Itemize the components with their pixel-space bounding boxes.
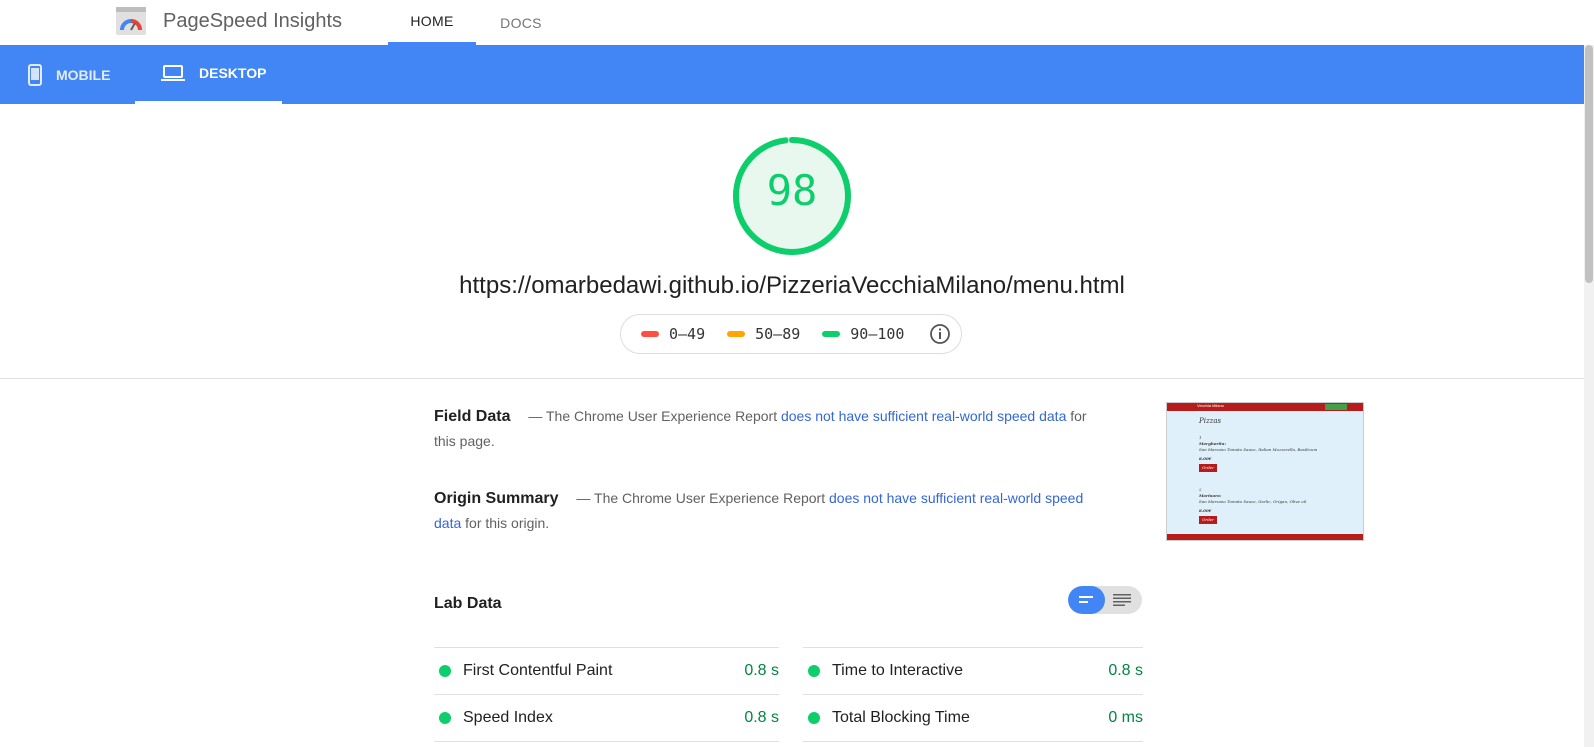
compact-view-icon (1079, 596, 1093, 603)
tab-desktop-label: DESKTOP (199, 65, 267, 81)
thumb-item-1-button: Order (1199, 464, 1218, 472)
page-scrollbar[interactable] (1584, 45, 1594, 747)
origin-summary-suffix: for this origin. (465, 515, 550, 531)
scrollbar-thumb[interactable] (1585, 45, 1593, 283)
legend-bar-orange (727, 331, 746, 337)
legend-bar-green (822, 331, 841, 337)
metric-row-divider (803, 741, 1143, 742)
info-icon[interactable] (929, 323, 951, 345)
thumb-item-2-price: 8.00€ (1199, 508, 1212, 513)
performance-score: 98 (766, 166, 818, 215)
metric-value: 0.8 s (1108, 662, 1143, 679)
origin-summary-prefix: — The Chrome User Experience Report (576, 490, 826, 506)
metric-time-to-interactive: Time to Interactive 0.8 s (803, 647, 1143, 694)
thumb-site-name: Vecchia Milano (1197, 403, 1224, 408)
lab-data-title: Lab Data (434, 595, 502, 612)
metric-name: First Contentful Paint (463, 662, 613, 679)
app-title: PageSpeed Insights (163, 10, 343, 32)
thumb-item-1-price: 8.00€ (1199, 456, 1212, 461)
metric-speed-index: Speed Index 0.8 s (434, 694, 779, 741)
thumb-navbar: Vecchia Milano (1167, 403, 1363, 411)
mobile-phone-icon (28, 63, 42, 86)
device-tab-bar: MOBILE DESKTOP (0, 45, 1584, 104)
legend-item-fail: 0–49 (641, 325, 705, 343)
metric-total-blocking-time: Total Blocking Time 0 ms (803, 694, 1143, 741)
origin-summary-title: Origin Summary (434, 490, 559, 507)
metric-value: 0 ms (1108, 709, 1143, 726)
metric-value: 0.8 s (744, 709, 779, 726)
metric-name: Speed Index (463, 709, 553, 726)
legend-bar-red (641, 331, 659, 337)
top-header: PageSpeed Insights HOME DOCS (0, 0, 1594, 45)
tab-desktop[interactable]: DESKTOP (135, 45, 282, 104)
pass-indicator-icon (808, 712, 820, 724)
tab-docs[interactable]: DOCS (476, 0, 566, 45)
metric-first-contentful-paint: First Contentful Paint 0.8 s (434, 647, 779, 694)
field-data-title: Field Data (434, 408, 511, 425)
metric-name: Time to Interactive (832, 662, 964, 679)
thumb-item-2-desc: San Marzano Tomato Sauce, Garlic, Origan… (1199, 499, 1307, 504)
legend-item-average: 50–89 (727, 325, 800, 343)
laptop-icon (161, 65, 185, 81)
thumb-heading: Pizzas (1199, 417, 1222, 425)
field-data-section: Field Data — The Chrome User Experience … (434, 404, 1094, 454)
field-data-link[interactable]: does not have sufficient real-world spee… (781, 408, 1066, 424)
pass-indicator-icon (439, 665, 451, 677)
tab-mobile-label: MOBILE (56, 66, 111, 83)
thumb-item-1: 1 Margherita: San Marzano Tomato Sauce, … (1199, 435, 1359, 472)
legend-label-average: 50–89 (755, 325, 801, 343)
metric-name: Total Blocking Time (832, 709, 970, 726)
analyzed-url: https://omarbedawi.github.io/PizzeriaVec… (459, 272, 1125, 299)
field-data-prefix: — The Chrome User Experience Report (528, 408, 778, 424)
metric-value: 0.8 s (744, 662, 779, 679)
legend-label-pass: 90–100 (850, 325, 905, 343)
expanded-view-icon (1113, 594, 1131, 606)
pagespeed-logo-icon (116, 7, 146, 35)
thumb-item-1-desc: San Marzano Tomato Sauce, Italian Mozzar… (1199, 447, 1318, 452)
thumb-footer (1167, 534, 1363, 540)
thumb-nav-button (1325, 404, 1347, 410)
metrics-view-toggle[interactable] (1068, 586, 1142, 614)
pass-indicator-icon (808, 665, 820, 677)
pass-indicator-icon (439, 712, 451, 724)
legend-item-pass: 90–100 (822, 325, 904, 343)
thumb-item-2: 2 Marinara: San Marzano Tomato Sauce, Ga… (1199, 487, 1359, 524)
score-legend: 0–49 50–89 90–100 (620, 314, 962, 354)
origin-summary-section: Origin Summary — The Chrome User Experie… (434, 486, 1094, 536)
section-divider (0, 378, 1584, 379)
tab-mobile[interactable]: MOBILE (28, 45, 138, 104)
legend-label-fail: 0–49 (669, 325, 706, 343)
tab-home[interactable]: HOME (388, 0, 476, 45)
metric-row-divider (434, 741, 779, 742)
thumb-item-2-button: Order (1199, 516, 1218, 524)
final-screenshot-thumbnail: Vecchia Milano Pizzas 1 Margherita: San … (1166, 402, 1364, 541)
